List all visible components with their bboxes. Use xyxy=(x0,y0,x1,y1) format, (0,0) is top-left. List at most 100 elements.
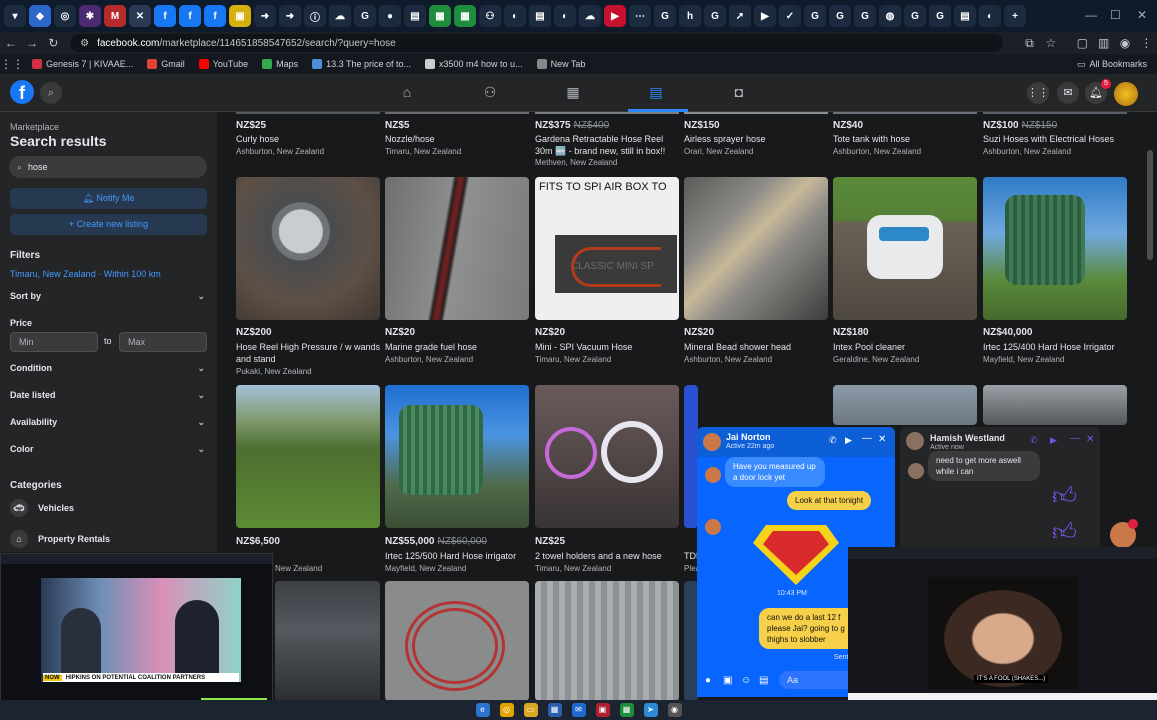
sheets-icon[interactable]: ▦ xyxy=(619,703,634,717)
tab-icon[interactable]: ● xyxy=(379,5,401,27)
chat-header[interactable]: Jai Norton Active 22m ago ✆ ▶ — ✕ xyxy=(697,427,895,457)
camera-icon[interactable]: ◉ xyxy=(667,703,682,717)
chrome-icon[interactable]: ◎ xyxy=(499,703,514,717)
tab-close-icon[interactable]: ✕ xyxy=(129,5,151,27)
back-icon[interactable]: ← xyxy=(0,36,21,50)
minimize-chat-icon[interactable]: — xyxy=(862,433,872,444)
google-tab-icon[interactable]: G xyxy=(929,5,951,27)
extensions-icon[interactable]: ▢ xyxy=(1072,36,1093,50)
tab-icon[interactable]: ▦ xyxy=(454,5,476,27)
google-tab-icon[interactable]: G xyxy=(904,5,926,27)
category-vehicles[interactable]: 🚗︎ Vehicles xyxy=(10,499,74,517)
listing-image-fuel-hose[interactable] xyxy=(385,177,529,320)
listing-image-irrigator[interactable] xyxy=(385,385,529,528)
star-icon[interactable]: ☆ xyxy=(1040,36,1061,50)
tab-icon[interactable]: ➜ xyxy=(279,5,301,27)
friends-icon[interactable]: ⚇ xyxy=(475,84,505,104)
listing-image-partial[interactable] xyxy=(983,385,1127,425)
listing-image-fence[interactable] xyxy=(535,581,679,701)
listing-price[interactable]: NZ$25 xyxy=(535,536,565,547)
bookmark-item[interactable]: Maps xyxy=(262,59,298,69)
listing-title[interactable]: Suzi Hoses with Electrical Hoses xyxy=(983,133,1128,145)
listing-image-garage[interactable] xyxy=(275,581,380,701)
listing-image-towel-holders[interactable] xyxy=(535,385,679,528)
messenger-icon[interactable]: ✉ xyxy=(1057,82,1079,104)
video-call-icon[interactable]: ▶ xyxy=(1050,435,1057,446)
tab-icon[interactable]: ⋯ xyxy=(629,5,651,27)
new-tab-icon[interactable]: + xyxy=(1004,5,1026,27)
listing-price[interactable]: NZ$20 xyxy=(535,327,565,338)
tab-icon[interactable]: ◆ xyxy=(29,5,51,27)
listing-title[interactable]: Tote tank with hose xyxy=(833,133,978,145)
bookmark-item[interactable]: x3500 m4 how to u... xyxy=(425,59,523,69)
condition-dropdown[interactable]: Condition ⌄ xyxy=(10,363,205,374)
forward-icon[interactable]: → xyxy=(21,36,42,50)
music-video-overlay[interactable]: IT'S A FOOL (SHAKES...) xyxy=(848,547,1157,715)
cast-icon[interactable]: ⧉ xyxy=(1019,36,1040,51)
minimize-icon[interactable]: — xyxy=(1085,8,1097,22)
listing-image-shower-head[interactable] xyxy=(684,177,828,320)
google-tab-icon[interactable]: G xyxy=(804,5,826,27)
tab-icon[interactable]: ◐ xyxy=(504,5,526,27)
listing-title[interactable]: Gardena Retractable Hose Reel 30m 🆕 - br… xyxy=(535,133,680,157)
category-property-rentals[interactable]: ⌂ Property Rentals xyxy=(10,530,110,548)
listing-price[interactable]: NZ$180 xyxy=(833,327,869,338)
profile-icon[interactable]: ◉ xyxy=(1114,36,1135,50)
tab-icon[interactable]: ▶ xyxy=(754,5,776,27)
facebook-tab-icon[interactable]: f xyxy=(154,5,176,27)
phone-icon[interactable]: ✆ xyxy=(829,435,837,446)
all-bookmarks[interactable]: ▭ All Bookmarks xyxy=(1077,59,1147,70)
minimize-chat-icon[interactable]: — xyxy=(1070,433,1080,444)
listing-price[interactable]: NZ$5 xyxy=(385,120,409,131)
facebook-logo-icon[interactable]: f xyxy=(10,80,34,104)
account-avatar[interactable] xyxy=(1114,82,1138,106)
tab-icon[interactable]: ▦ xyxy=(429,5,451,27)
google-tab-icon[interactable]: G xyxy=(354,5,376,27)
home-icon[interactable]: ⌂ xyxy=(392,84,422,104)
marketplace-icon[interactable]: ▤ xyxy=(641,84,671,104)
tab-icon[interactable]: ✱ xyxy=(79,5,101,27)
bookmark-item[interactable]: YouTube xyxy=(198,59,248,69)
url-input[interactable]: ⚙ facebook.com/marketplace/1146518585476… xyxy=(70,34,1003,52)
search-icon[interactable]: ⌕ xyxy=(40,82,62,104)
close-window-icon[interactable]: ✕ xyxy=(1137,8,1147,22)
listing-image-hose-reel[interactable] xyxy=(236,177,380,320)
availability-dropdown[interactable]: Availability ⌄ xyxy=(10,417,205,428)
mail-icon[interactable]: ✉ xyxy=(571,703,586,717)
listing-title[interactable]: Hose Reel High Pressure / w wands and st… xyxy=(236,341,381,365)
bookmark-item[interactable]: 13.3 The price of to... xyxy=(312,59,411,69)
apps-icon[interactable]: ⋮⋮ xyxy=(0,57,24,71)
listing-price[interactable]: NZ$150 xyxy=(684,120,720,131)
close-chat-icon[interactable]: ✕ xyxy=(1086,434,1094,445)
folder-icon[interactable]: ▭ xyxy=(523,703,538,717)
telegram-icon[interactable]: ➤ xyxy=(643,703,658,717)
breadcrumb[interactable]: Marketplace xyxy=(10,122,59,132)
color-dropdown[interactable]: Color ⌄ xyxy=(10,444,205,455)
listing-title[interactable]: Airless sprayer hose xyxy=(684,133,829,145)
listing-title[interactable]: Mini - SPI Vacuum Hose xyxy=(535,341,680,353)
page-scrollbar[interactable] xyxy=(1147,150,1153,260)
tab-icon[interactable]: ⚇ xyxy=(479,5,501,27)
gaming-icon[interactable]: ◘ xyxy=(724,84,754,104)
edge-icon[interactable]: e xyxy=(475,703,490,717)
tab-menu-icon[interactable]: ▾ xyxy=(4,5,26,27)
sort-by-dropdown[interactable]: Sort by ⌄ xyxy=(10,291,205,302)
listing-price[interactable]: NZ$55,000 NZ$60,000 xyxy=(385,536,487,547)
min-price-input[interactable]: Min xyxy=(10,332,98,352)
tab-icon[interactable]: ☁ xyxy=(579,5,601,27)
image-icon[interactable]: ▣ xyxy=(723,675,732,686)
maximize-icon[interactable]: ☐ xyxy=(1110,8,1121,22)
tab-icon[interactable]: ▤ xyxy=(404,5,426,27)
listing-image[interactable] xyxy=(236,385,380,528)
tab-icon[interactable]: h xyxy=(679,5,701,27)
google-tab-icon[interactable]: G xyxy=(704,5,726,27)
reload-icon[interactable]: ↻ xyxy=(43,36,64,50)
bookmark-item[interactable]: Genesis 7 | KIVAAE... xyxy=(32,59,133,69)
app-icon[interactable]: ▣ xyxy=(595,703,610,717)
location-filter[interactable]: Timaru, New Zealand · Within 100 km xyxy=(10,269,161,279)
listing-image-irrigator[interactable] xyxy=(983,177,1127,320)
listing-title[interactable]: Marine grade fuel hose xyxy=(385,341,530,353)
listing-image-partial[interactable] xyxy=(833,385,977,425)
tab-icon[interactable]: ◎ xyxy=(54,5,76,27)
bookmark-item[interactable]: Gmail xyxy=(147,59,185,69)
